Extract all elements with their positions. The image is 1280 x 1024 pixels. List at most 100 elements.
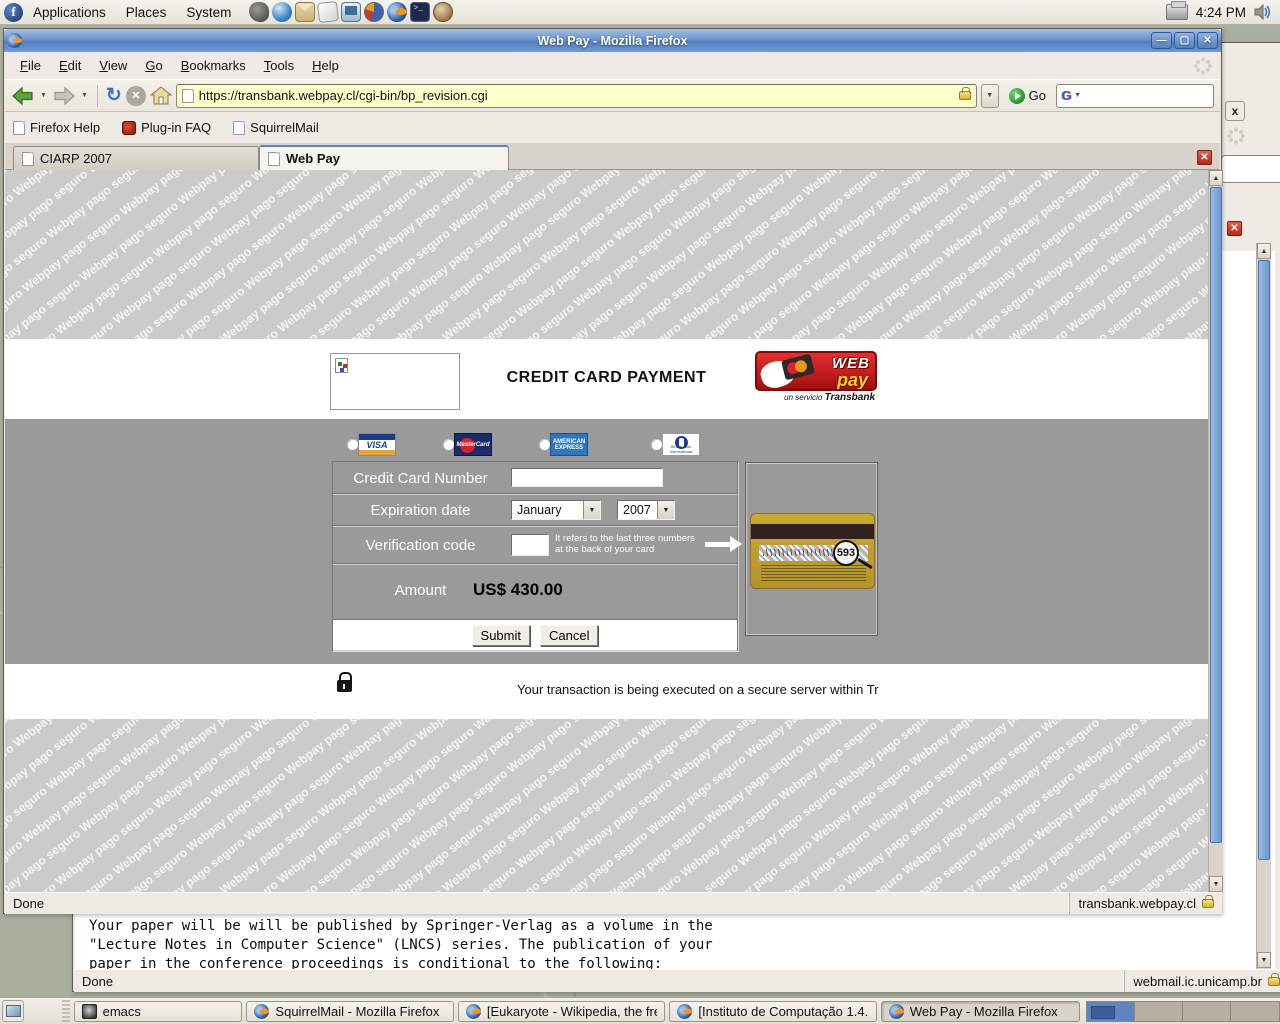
task-emacs[interactable]: emacs	[74, 1001, 243, 1022]
forward-icon[interactable]	[52, 86, 76, 106]
cancel-button[interactable]: Cancel	[540, 625, 598, 646]
menu-file[interactable]: File	[11, 54, 50, 77]
menu-edit[interactable]: Edit	[50, 54, 90, 77]
menu-view[interactable]: View	[90, 54, 136, 77]
chevron-down-icon: ▼	[583, 501, 600, 519]
secure-note: Your transaction is being executed on a …	[517, 682, 879, 697]
lock-icon	[959, 91, 971, 100]
amex-radio[interactable]	[539, 439, 550, 450]
firefox-icon	[677, 1004, 692, 1019]
status-text: Done	[5, 896, 52, 911]
status-domain: transbank.webpay.cl	[1069, 893, 1222, 914]
year-select[interactable]: 2007 ▼	[617, 500, 675, 520]
gimp-icon[interactable]	[433, 2, 453, 22]
panel-handle[interactable]	[62, 1000, 69, 1022]
background-search-input[interactable]	[1221, 155, 1280, 183]
task-eukaryote[interactable]: [Eukaryote - Wikipedia, the fre...	[458, 1001, 665, 1022]
title-bar[interactable]: Web Pay - Mozilla Firefox — ▢ ✕	[4, 29, 1221, 52]
menu-help[interactable]: Help	[303, 54, 348, 77]
clock[interactable]: 4:24 PM	[1196, 5, 1246, 20]
paper-text-line: "Lecture Notes in Computer Science" (LNC…	[89, 936, 1249, 955]
close-tab-icon[interactable]: ✕	[1227, 221, 1242, 236]
go-arrow-icon	[1009, 88, 1025, 104]
firefox-icon[interactable]	[387, 2, 407, 22]
background-scrollbar[interactable]: ▲ ▼	[1256, 243, 1271, 969]
gnu-icon[interactable]	[249, 2, 269, 22]
panel-launchers	[249, 2, 453, 22]
amount-value: US$ 430.00	[473, 580, 563, 600]
home-icon[interactable]	[150, 86, 172, 105]
maximize-icon[interactable]: ▢	[1174, 32, 1195, 49]
scroll-up-icon[interactable]: ▲	[1209, 170, 1223, 186]
page-scrollbar[interactable]: ▲ ▼	[1208, 170, 1222, 892]
reload-icon[interactable]: ↻	[106, 86, 122, 105]
terminal-icon[interactable]	[410, 2, 430, 22]
back-icon[interactable]	[11, 86, 35, 106]
diners-radio[interactable]	[651, 439, 662, 450]
task-squirrelmail[interactable]: SquirrelMail - Mozilla Firefox	[246, 1001, 453, 1022]
scrollbar-thumb[interactable]	[1258, 260, 1270, 860]
web-browser-icon[interactable]	[272, 2, 292, 22]
address-bar[interactable]: https://transbank.webpay.cl/cgi-bin/bp_r…	[176, 84, 977, 108]
google-icon: G	[1061, 88, 1071, 103]
search-engine-dropdown-icon[interactable]: ▼	[1073, 92, 1082, 99]
month-select[interactable]: January ▼	[511, 500, 601, 520]
visa-radio[interactable]	[347, 439, 358, 450]
page-viewport: Webpay pago seguro Webpay pago seguro We…	[5, 170, 1208, 892]
back-dropdown-icon[interactable]: ▼	[39, 92, 48, 99]
scrollbar-thumb[interactable]	[1210, 187, 1222, 843]
card-back-illustration: 593	[745, 462, 878, 636]
fedora-menu-icon[interactable]: f	[4, 3, 23, 22]
task-instituto[interactable]: [Instituto de Computação 1.4....	[669, 1001, 876, 1022]
close-icon[interactable]: x	[1225, 101, 1245, 121]
arrow-right-icon	[705, 542, 731, 547]
emacs-icon	[82, 1004, 97, 1019]
places-menu[interactable]: Places	[116, 0, 177, 25]
go-button[interactable]: Go	[1003, 88, 1052, 104]
system-menu[interactable]: System	[176, 0, 241, 25]
mastercard-icon	[781, 354, 815, 381]
workspace-1[interactable]	[1087, 1002, 1135, 1021]
documents-icon[interactable]	[317, 1, 339, 23]
task-webpay[interactable]: Web Pay - Mozilla Firefox	[881, 1001, 1080, 1022]
paper-text-line: paper in the conference proceedings is c…	[89, 955, 1249, 969]
stop-icon[interactable]: ✕	[126, 86, 146, 106]
url-dropdown-icon[interactable]: ▼	[981, 84, 999, 108]
show-desktop-button[interactable]	[2, 1000, 24, 1022]
screenshot-icon[interactable]	[341, 2, 361, 22]
menu-go[interactable]: Go	[136, 54, 171, 77]
verification-input[interactable]	[511, 534, 549, 556]
bookmark-firefox-help[interactable]: Firefox Help	[13, 120, 100, 135]
gnome-top-panel: f Applications Places System 4:24 PM	[0, 0, 1280, 25]
tab-web-pay[interactable]: Web Pay	[259, 145, 509, 170]
scroll-up-icon[interactable]: ▲	[1257, 243, 1271, 259]
tab-bar: CIARP 2007 Web Pay ✕	[5, 144, 1220, 170]
menu-bookmarks[interactable]: Bookmarks	[172, 54, 255, 77]
bookmark-squirrelmail[interactable]: SquirrelMail	[233, 120, 319, 135]
mastercard-radio[interactable]	[443, 439, 454, 450]
submit-button[interactable]: Submit	[472, 625, 530, 646]
chart-icon[interactable]	[364, 2, 384, 22]
workspace-2[interactable]	[1135, 1002, 1183, 1021]
mastercard-logo: MasterCard	[454, 433, 492, 456]
forward-dropdown-icon[interactable]: ▼	[80, 92, 89, 99]
window-title: Web Pay - Mozilla Firefox	[4, 34, 1221, 48]
minimize-icon[interactable]: —	[1151, 32, 1172, 49]
menu-tools[interactable]: Tools	[255, 54, 303, 77]
close-tab-icon[interactable]: ✕	[1197, 150, 1212, 165]
tab-ciarp-2007[interactable]: CIARP 2007	[13, 146, 259, 170]
volume-icon[interactable]	[1254, 4, 1272, 20]
scroll-down-icon[interactable]: ▼	[1209, 876, 1223, 892]
bookmarks-toolbar: Firefox Help Plug-in FAQ SquirrelMail	[5, 112, 1220, 144]
close-icon[interactable]: ✕	[1197, 32, 1218, 49]
workspace-3[interactable]	[1183, 1002, 1231, 1021]
url-text[interactable]: https://transbank.webpay.cl/cgi-bin/bp_r…	[199, 88, 954, 103]
workspace-4[interactable]	[1231, 1002, 1279, 1021]
scroll-down-icon[interactable]: ▼	[1257, 952, 1271, 968]
applications-menu[interactable]: Applications	[23, 0, 116, 25]
printer-icon[interactable]	[1166, 4, 1188, 20]
bookmark-plugin-faq[interactable]: Plug-in FAQ	[122, 120, 211, 135]
email-icon[interactable]	[295, 2, 315, 22]
card-number-input[interactable]	[511, 468, 663, 487]
search-input[interactable]: G ▼	[1056, 84, 1214, 108]
